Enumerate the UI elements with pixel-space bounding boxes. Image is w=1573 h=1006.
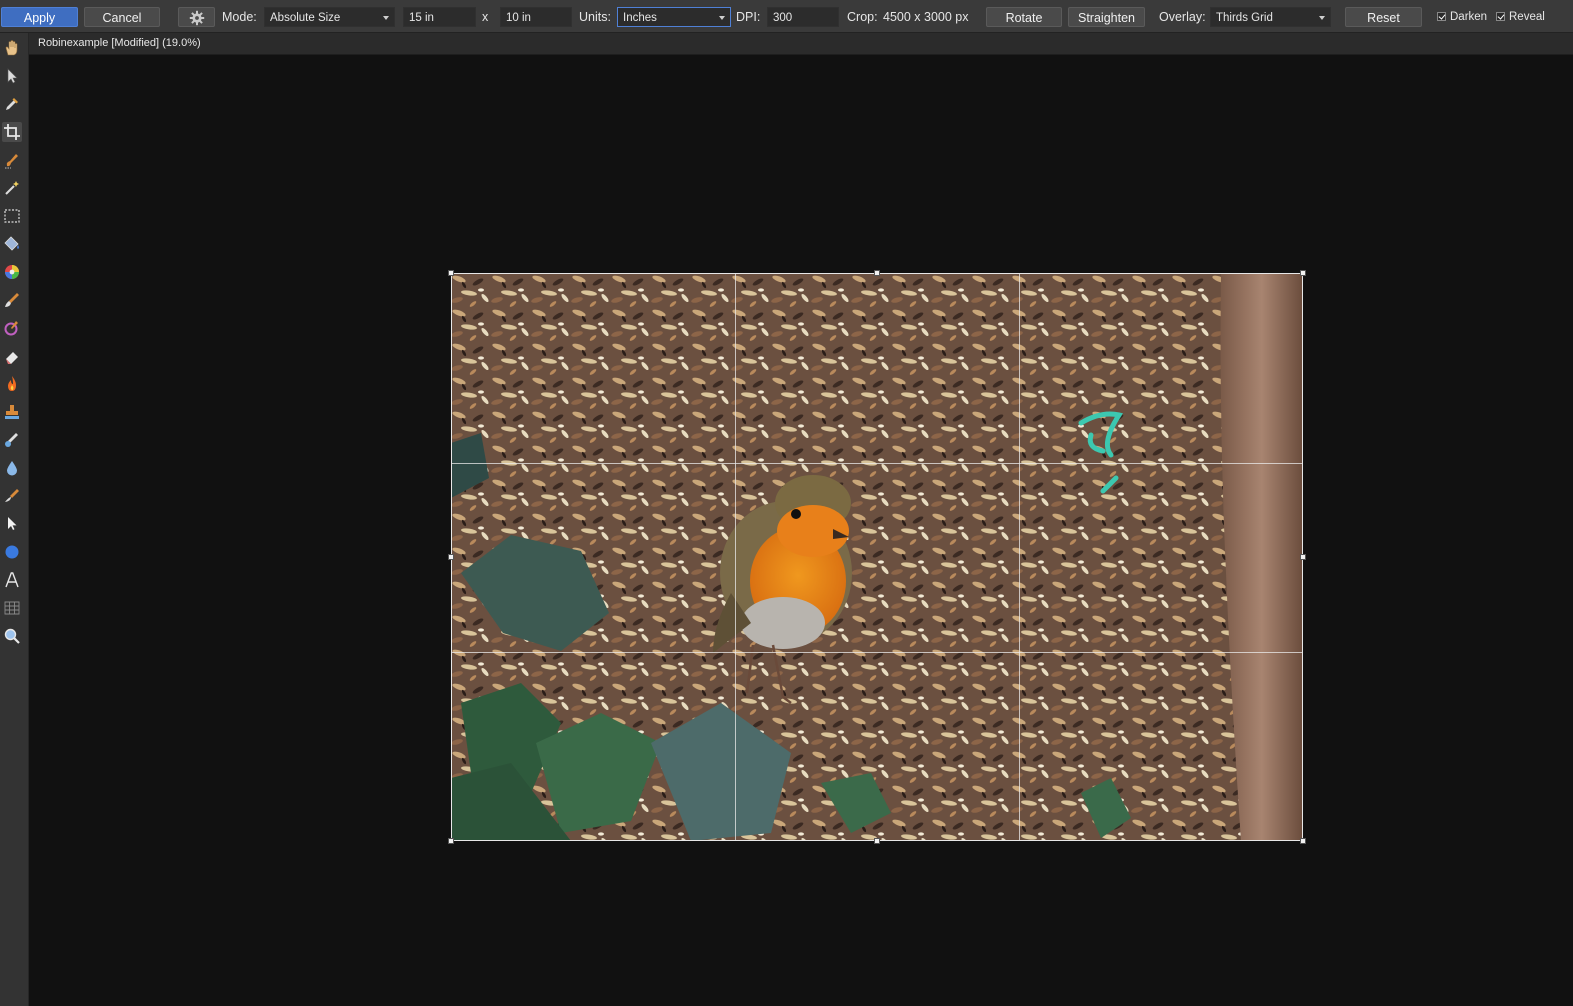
move-tool[interactable] <box>2 66 22 86</box>
arrow-pointer-icon <box>7 68 18 84</box>
gear-icon <box>189 10 204 26</box>
thirds-grid-line <box>452 652 1302 653</box>
crop-handle-top[interactable] <box>874 270 880 276</box>
thirds-grid-line <box>452 463 1302 464</box>
height-input[interactable]: 10 in <box>500 7 572 27</box>
node-tool[interactable] <box>2 514 22 534</box>
crop-icon <box>4 124 20 140</box>
chevron-down-icon <box>383 16 389 20</box>
units-value: Inches <box>623 12 657 24</box>
dpi-label: DPI: <box>736 10 761 24</box>
crop-handle-left[interactable] <box>448 554 454 560</box>
document-title: Robinexample [Modified] (19.0%) <box>38 37 201 49</box>
zoom-tool[interactable] <box>2 626 22 646</box>
tools-panel <box>0 33 29 1006</box>
magic-wand-icon <box>5 181 19 195</box>
crop-handle-bottom-left[interactable] <box>448 838 454 844</box>
context-toolbar: Apply Cancel Mode: Absolute Size 15 in x… <box>0 0 1573 33</box>
mode-value: Absolute Size <box>270 12 341 24</box>
overlay-value: Thirds Grid <box>1216 12 1273 24</box>
erase-brush-tool[interactable] <box>2 346 22 366</box>
units-label: Units: <box>579 10 611 24</box>
flame-icon <box>8 376 16 391</box>
document-tab[interactable]: Robinexample [Modified] (19.0%) <box>29 33 1573 55</box>
healing-brush-icon <box>5 433 18 447</box>
crop-handle-bottom-right[interactable] <box>1300 838 1306 844</box>
flood-fill-tool[interactable] <box>2 234 22 254</box>
eyedropper-icon <box>6 98 18 110</box>
reveal-label: Reveal <box>1509 11 1545 23</box>
times-label: x <box>482 10 489 24</box>
darken-checkbox[interactable]: Darken <box>1437 7 1487 27</box>
clone-stamp-icon <box>5 405 19 419</box>
mode-label: Mode: <box>222 10 257 24</box>
color-replacement-tool[interactable] <box>2 318 22 338</box>
magnifier-icon <box>4 628 20 644</box>
dpi-input[interactable]: 300 <box>767 7 839 27</box>
cancel-button[interactable]: Cancel <box>84 7 160 27</box>
overlay-dropdown[interactable]: Thirds Grid <box>1210 7 1331 27</box>
marquee-tool[interactable] <box>2 206 22 226</box>
rectangle-marquee-icon <box>4 209 20 223</box>
smudge-brush-icon <box>5 489 19 502</box>
text-tool[interactable] <box>2 570 22 590</box>
reveal-checkbox[interactable]: Reveal <box>1496 7 1545 27</box>
healing-brush-tool[interactable] <box>2 430 22 450</box>
shape-tool[interactable] <box>2 542 22 562</box>
text-a-icon <box>5 572 19 588</box>
view-tool[interactable] <box>2 38 22 58</box>
flood-select-tool[interactable] <box>2 178 22 198</box>
mode-dropdown[interactable]: Absolute Size <box>264 7 395 27</box>
straighten-button[interactable]: Straighten <box>1068 7 1145 27</box>
gradient-tool[interactable] <box>2 262 22 282</box>
crop-handle-top-left[interactable] <box>448 270 454 276</box>
overlay-label: Overlay: <box>1159 10 1206 24</box>
thirds-grid-line <box>1019 274 1020 840</box>
color-picker-tool[interactable] <box>2 94 22 114</box>
crop-tool[interactable] <box>2 122 22 142</box>
eraser-icon <box>6 352 18 364</box>
settings-button[interactable] <box>178 7 215 27</box>
apply-button[interactable]: Apply <box>1 7 78 27</box>
thirds-grid-line <box>735 274 736 840</box>
crop-handle-bottom[interactable] <box>874 838 880 844</box>
selection-brush-tool[interactable] <box>2 150 22 170</box>
crop-size-label: Crop: <box>847 10 878 24</box>
color-replace-brush-icon <box>4 321 18 336</box>
darken-label: Darken <box>1450 11 1488 23</box>
smudge-tool[interactable] <box>2 486 22 506</box>
width-input[interactable]: 15 in <box>403 7 476 27</box>
mesh-warp-tool[interactable] <box>2 598 22 618</box>
paint-brush-tool[interactable] <box>2 290 22 310</box>
color-wheel-icon <box>5 265 19 279</box>
water-drop-icon <box>7 461 17 476</box>
chevron-down-icon <box>1319 16 1325 20</box>
hand-icon <box>5 40 18 56</box>
paint-brush-icon <box>5 293 19 307</box>
reset-button[interactable]: Reset <box>1345 7 1422 27</box>
units-dropdown[interactable]: Inches <box>617 7 731 27</box>
blur-tool[interactable] <box>2 458 22 478</box>
mesh-grid-icon <box>4 601 20 615</box>
crop-frame[interactable] <box>451 273 1303 841</box>
dodge-tool[interactable] <box>2 374 22 394</box>
paint-bucket-icon <box>4 236 19 251</box>
checkmark-icon <box>1437 12 1446 21</box>
selection-brush-icon <box>5 154 18 169</box>
crop-handle-top-right[interactable] <box>1300 270 1306 276</box>
crop-handle-right[interactable] <box>1300 554 1306 560</box>
node-pointer-icon <box>8 517 17 530</box>
rotate-button[interactable]: Rotate <box>986 7 1062 27</box>
crop-size-value: 4500 x 3000 px <box>883 10 969 24</box>
checkmark-icon <box>1496 12 1505 21</box>
chevron-down-icon <box>719 16 725 20</box>
clone-tool[interactable] <box>2 402 22 422</box>
ellipse-shape-icon <box>5 545 19 559</box>
